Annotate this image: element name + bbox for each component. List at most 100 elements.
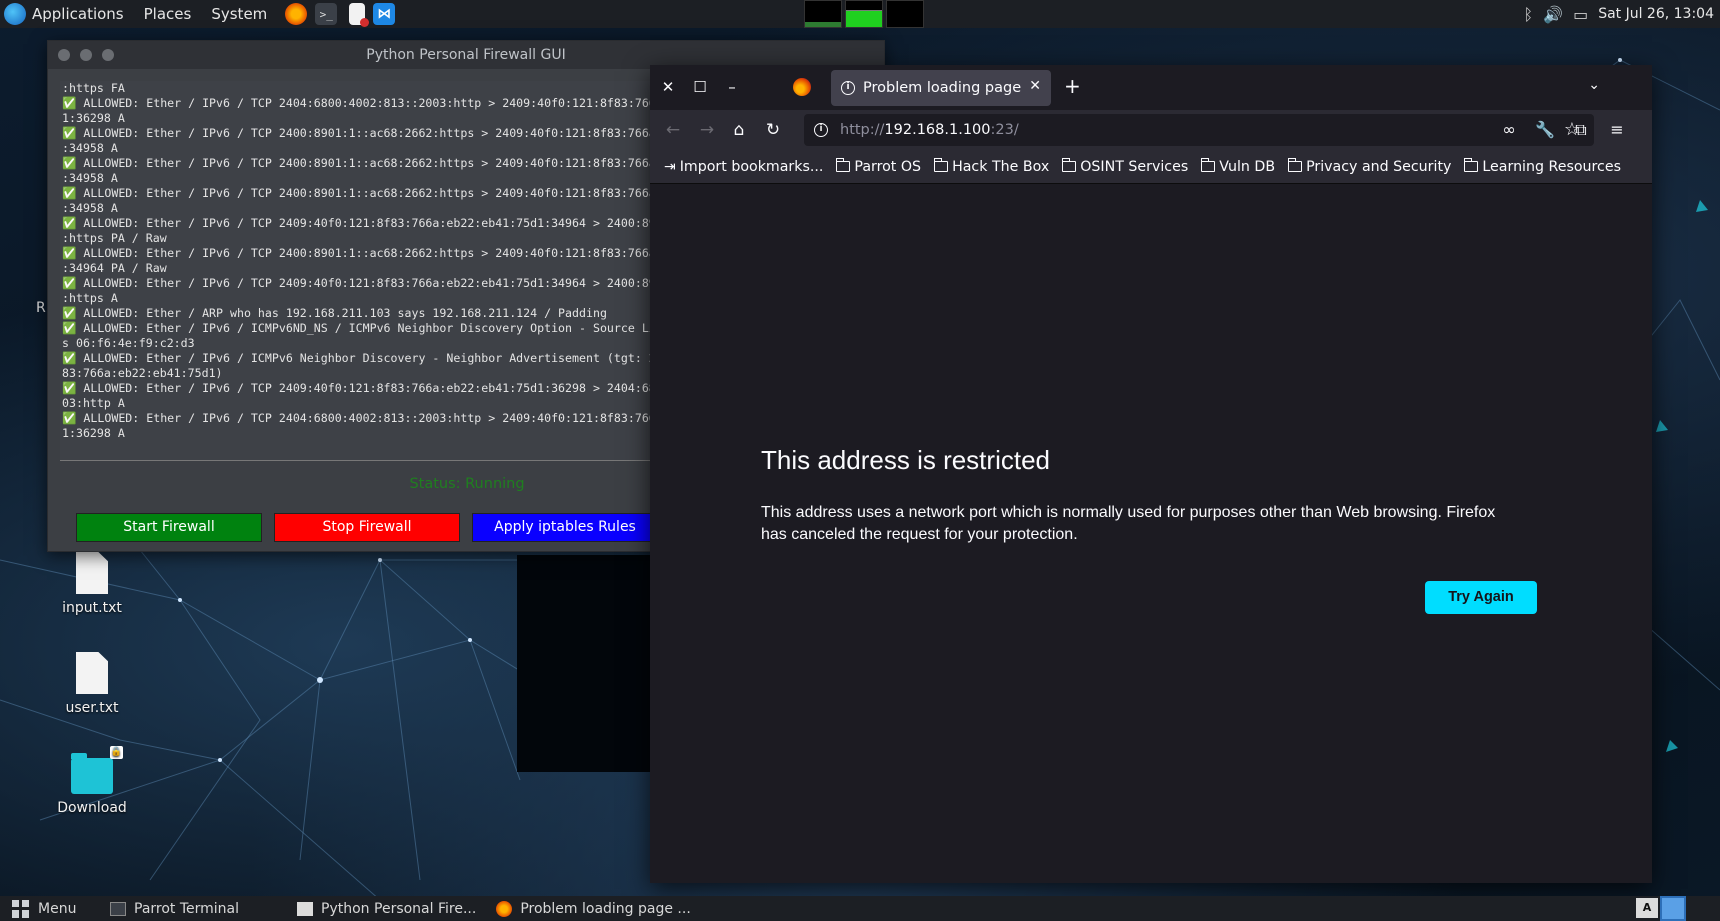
bookmark-osint-services[interactable]: OSINT Services [1061, 158, 1189, 175]
text-file-icon [76, 652, 108, 694]
menu-button[interactable]: Menu [0, 899, 100, 918]
menu-label: Menu [38, 900, 77, 917]
extensions-icon[interactable]: ⧉ [1570, 119, 1592, 141]
system-menu[interactable]: System [201, 0, 277, 28]
wrench-icon[interactable]: 🔧 [1534, 119, 1556, 141]
close-window-button[interactable] [58, 49, 70, 61]
bookmarks-toolbar: ⇥ Import bookmarks... Parrot OS Hack The… [650, 150, 1652, 184]
folder-icon: 🔒 [71, 746, 123, 794]
taskbar-item-firefox[interactable]: Problem loading page ... [486, 900, 700, 917]
navigation-toolbar: ← → ⌂ ↻ i http://192.168.1.100:23/ ☆ ∞ 🔧… [650, 110, 1652, 150]
log-line: :34958 A [62, 201, 118, 215]
log-line: ✅ ALLOWED: Ether / IPv6 / TCP 2400:8901:… [62, 126, 680, 140]
hamburger-menu-icon[interactable]: ≡ [1606, 119, 1628, 141]
bookmark-label: Parrot OS [854, 158, 922, 175]
log-line: 83:766a:eb22:eb41:75d1) [62, 366, 223, 380]
taskbar-label: Parrot Terminal [134, 900, 240, 917]
desktop-icon-input-txt[interactable]: input.txt [47, 552, 137, 616]
firefox-launcher-icon[interactable] [285, 3, 308, 25]
top-panel: Applications Places System >_ ⋈ ᛒ 🔊 ▭ Sa… [0, 0, 1720, 28]
bookmark-label: OSINT Services [1080, 158, 1189, 175]
log-line: ✅ ALLOWED: Ether / IPv6 / TCP 2409:40f0:… [62, 216, 680, 230]
bookmark-vuln-db[interactable]: Vuln DB [1200, 158, 1276, 175]
bookmark-parrot-os[interactable]: Parrot OS [835, 158, 922, 175]
log-line: :https A [62, 291, 118, 305]
firefox-icon [496, 900, 513, 917]
log-line: s 06:f6:4e:f9:c2:d3 [62, 336, 195, 350]
chevron-down-icon[interactable]: ⌄ [1588, 77, 1600, 93]
text-editor-launcher-icon[interactable] [349, 3, 370, 27]
bluetooth-icon[interactable]: ᛒ [1524, 5, 1534, 24]
terminal-launcher-icon[interactable]: >_ [315, 3, 338, 25]
log-line: ✅ ALLOWED: Ether / IPv6 / TCP 2409:40f0:… [62, 276, 680, 290]
bookmark-label: Hack The Box [952, 158, 1050, 175]
applications-menu[interactable]: Applications [0, 0, 134, 28]
workspace-active-indicator[interactable] [1660, 896, 1686, 921]
parrot-logo-icon [4, 3, 26, 25]
url-scheme: http:// [840, 122, 885, 138]
new-tab-icon[interactable]: + [1064, 76, 1081, 96]
bookmark-import[interactable]: ⇥ Import bookmarks... [664, 159, 823, 175]
private-mask-icon[interactable]: ∞ [1498, 119, 1520, 141]
error-description: This address uses a network port which i… [761, 504, 1496, 543]
desktop-icon-label: user.txt [65, 700, 119, 716]
desktop-icon-label: Download [57, 800, 127, 816]
tab-problem-loading[interactable]: i Problem loading page ✕ [831, 70, 1051, 106]
bookmark-learning-resources[interactable]: Learning Resources [1463, 158, 1621, 175]
back-arrow-icon[interactable]: ← [662, 119, 684, 141]
workspace-switcher-icon[interactable]: A [1636, 898, 1658, 918]
cpu-graph [804, 0, 842, 28]
memory-graph [845, 0, 883, 28]
text-file-icon [76, 552, 108, 594]
url-bar[interactable]: i http://192.168.1.100:23/ ☆ [804, 114, 1594, 146]
folder-icon [1463, 158, 1479, 172]
system-tray: ᛒ 🔊 ▭ Sat Jul 26, 13:04 [1524, 0, 1720, 28]
bookmark-privacy-security[interactable]: Privacy and Security [1287, 158, 1452, 175]
system-monitor[interactable] [804, 0, 924, 28]
desktop-icon-download[interactable]: 🔒 Download [47, 746, 137, 816]
taskbar-item-terminal[interactable]: Parrot Terminal [100, 901, 249, 917]
maximize-icon[interactable]: ☐ [690, 77, 710, 97]
log-line: ✅ ALLOWED: Ether / IPv6 / ICMPv6 Neighbo… [62, 351, 680, 365]
close-icon[interactable]: ✕ [658, 77, 678, 97]
start-firewall-button[interactable]: Start Firewall [76, 513, 262, 542]
places-menu[interactable]: Places [134, 0, 202, 28]
firefox-view-icon[interactable] [793, 78, 811, 96]
apply-iptables-button[interactable]: Apply iptables Rules [472, 513, 658, 542]
clock[interactable]: Sat Jul 26, 13:04 [1598, 6, 1714, 22]
minimize-window-button[interactable] [80, 49, 92, 61]
bookmark-hack-the-box[interactable]: Hack The Box [933, 158, 1050, 175]
log-line: ✅ ALLOWED: Ether / IPv6 / TCP 2404:6800:… [62, 411, 680, 425]
background-window-fragment [517, 555, 657, 772]
import-icon: ⇥ [664, 158, 676, 175]
folder-icon [1061, 158, 1077, 172]
applications-menu-label: Applications [32, 5, 124, 23]
desktop-icon-user-txt[interactable]: user.txt [47, 652, 137, 716]
volume-icon[interactable]: 🔊 [1543, 5, 1563, 24]
maximize-window-button[interactable] [102, 49, 114, 61]
vscode-launcher-icon[interactable]: ⋈ [373, 3, 396, 25]
tab-close-icon[interactable]: ✕ [1029, 78, 1041, 94]
error-page: This address is restricted This address … [650, 184, 1652, 883]
stop-firewall-button[interactable]: Stop Firewall [274, 513, 460, 542]
home-icon[interactable]: ⌂ [728, 119, 750, 141]
packet-log[interactable]: :https FA ✅ ALLOWED: Ether / IPv6 / TCP 2… [60, 81, 680, 461]
minimize-icon[interactable]: – [722, 77, 742, 97]
display-icon[interactable]: ▭ [1573, 5, 1588, 24]
site-info-icon[interactable]: i [814, 123, 828, 137]
log-line: :https FA [62, 81, 125, 95]
log-line: 1:36298 A [62, 111, 125, 125]
bookmark-label: Privacy and Security [1306, 158, 1452, 175]
taskbar-item-firewall[interactable]: Python Personal Fire... [287, 901, 486, 917]
log-line: 03:http A [62, 396, 125, 410]
info-icon: i [841, 81, 855, 95]
forward-arrow-icon[interactable]: → [696, 119, 718, 141]
log-line: ✅ ALLOWED: Ether / IPv6 / TCP 2400:8901:… [62, 156, 680, 170]
bookmark-label: Vuln DB [1219, 158, 1276, 175]
desktop-partial-label: R [36, 300, 46, 316]
tab-title: Problem loading page [863, 80, 1022, 96]
reload-icon[interactable]: ↻ [762, 119, 784, 141]
try-again-button[interactable]: Try Again [1425, 581, 1537, 614]
log-line: ✅ ALLOWED: Ether / ARP who has 192.168.2… [62, 306, 607, 320]
lock-icon: 🔒 [110, 746, 123, 759]
